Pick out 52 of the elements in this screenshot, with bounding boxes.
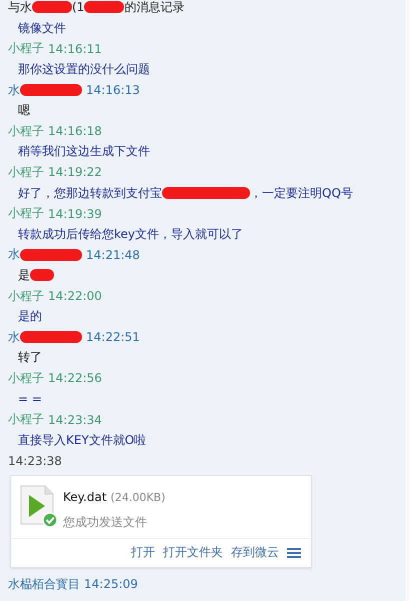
message-time: 14:23:34: [48, 412, 102, 427]
redaction-mark: [20, 331, 82, 344]
file-name: Key.dat: [63, 490, 107, 504]
message-time: 14:21:48: [86, 248, 140, 262]
sender-name: 小程子: [8, 205, 44, 222]
message-time: 14:22:00: [48, 289, 102, 304]
file-action-link[interactable]: 打开: [131, 544, 155, 562]
message-time: 14:16:13: [86, 83, 140, 98]
sender-name: 水: [8, 246, 20, 264]
message-text: 直接导入KEY文件就O啦: [18, 432, 146, 449]
sender-name: 水: [8, 328, 20, 346]
message-time: 14:19:39: [48, 206, 102, 221]
file-status: 您成功发送文件: [63, 514, 148, 532]
file-play-icon: [19, 484, 59, 528]
message-text: 是的: [18, 308, 42, 326]
sender-name: 小程子: [8, 411, 44, 428]
message-text: 是: [18, 266, 30, 284]
sender-name: 水榀栢合寳目: [8, 576, 80, 593]
message-time: 14:16:18: [48, 124, 102, 138]
menu-icon[interactable]: [287, 546, 301, 559]
message-text: 转了: [18, 349, 42, 366]
message-time: 14:23:38: [8, 454, 62, 468]
sender-name: 小程子: [8, 370, 44, 387]
redaction-mark: [20, 84, 82, 96]
message-time: 14:19:22: [48, 165, 102, 180]
file-action-link[interactable]: 存到微云: [231, 544, 279, 562]
sender-name: 小程子: [8, 40, 44, 58]
file-size: (24.00KB): [110, 491, 166, 504]
sender-name: 小程子: [8, 288, 44, 305]
message-text: 那你这设置的没什么问题: [18, 60, 150, 78]
message-text: 转款成功后传给您key文件，导入就可以了: [18, 226, 244, 243]
redaction-mark: [84, 1, 124, 13]
redaction-mark: [32, 1, 72, 13]
message-time: 14:25:09: [84, 577, 138, 592]
message-text: = =: [18, 392, 42, 406]
message-time: 14:22:56: [48, 371, 102, 386]
message-time: 14:22:51: [86, 330, 140, 344]
message-text: ，一定要注明QQ号: [250, 184, 353, 202]
message-text: 好了，您那边转款到支付宝: [18, 184, 162, 202]
redaction-mark: [20, 248, 82, 261]
redaction-mark: [30, 269, 54, 282]
message-text: 稍等我们这边生成下文件: [18, 143, 150, 160]
message-text: 镜像文件: [18, 20, 66, 37]
history-title: (1: [72, 1, 84, 13]
message-time: 14:16:11: [48, 42, 102, 56]
sender-name: 小程子: [8, 122, 44, 140]
message-text: 嗯: [18, 102, 30, 120]
sender-name: 小程子: [8, 164, 44, 181]
history-title: 的消息记录: [124, 1, 184, 13]
file-action-link[interactable]: 打开文件夹: [163, 544, 223, 562]
sender-name: 水: [8, 82, 20, 99]
history-title: 与水: [8, 1, 32, 13]
